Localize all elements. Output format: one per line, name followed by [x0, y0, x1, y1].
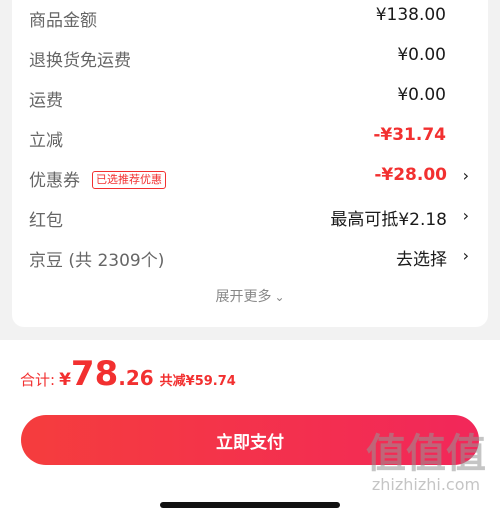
red-packet-label: 红包	[29, 211, 63, 231]
row-coupon[interactable]: 优惠券 已选推荐优惠 -¥28.00 ›	[12, 158, 488, 198]
total-label: 合计:	[20, 371, 56, 389]
watermark-domain: zhizhizhi.com	[371, 475, 481, 494]
chevron-right-icon[interactable]: ›	[463, 206, 469, 225]
order-total: 合计: ¥78.26 共减¥59.74	[20, 354, 236, 394]
row-jd-beans[interactable]: 京豆 (共 2309个) 去选择 ›	[12, 238, 488, 278]
jd-beans-label: 京豆 (共 2309个)	[29, 251, 165, 271]
row-shipping-fee: 运费 ¥0.00	[12, 78, 488, 118]
chevron-right-icon[interactable]: ›	[463, 166, 469, 185]
row-return-shipping: 退换货免运费 ¥0.00	[12, 38, 488, 78]
total-decimal: .26	[118, 366, 154, 390]
goods-amount-value: ¥138.00	[375, 5, 446, 25]
jd-beans-select[interactable]: 去选择	[396, 245, 447, 270]
coupon-label: 优惠券	[29, 171, 80, 191]
expand-more-button[interactable]: 展开更多 ⌄	[12, 286, 488, 306]
home-indicator[interactable]	[160, 502, 340, 508]
coupon-value: -¥28.00	[374, 165, 447, 185]
row-goods-amount: 商品金额 ¥138.00	[12, 0, 488, 38]
instant-discount-label: 立减	[29, 131, 63, 151]
chevron-down-icon: ⌄	[274, 290, 285, 304]
shipping-fee-value: ¥0.00	[397, 85, 446, 105]
row-red-packet[interactable]: 红包 最高可抵¥2.18 ›	[12, 198, 488, 238]
checkout-bar: 合计: ¥78.26 共减¥59.74 立即支付 值值值 zhizhizhi.com	[0, 340, 500, 517]
total-saved: 共减¥59.74	[159, 374, 236, 389]
total-integer: 78	[70, 354, 119, 394]
watermark: 值值值 zhizhizhi.com	[366, 432, 486, 494]
shipping-fee-label: 运费	[29, 91, 63, 111]
expand-more-label: 展开更多	[215, 289, 272, 305]
watermark-chars: 值值值	[366, 431, 486, 477]
row-instant-discount: 立减 -¥31.74	[12, 118, 488, 158]
red-packet-value: 最高可抵¥2.18	[330, 210, 447, 230]
order-summary-card: 商品金额 ¥138.00 退换货免运费 ¥0.00 运费 ¥0.00 立减 -¥…	[12, 0, 488, 327]
recommended-coupon-badge: 已选推荐优惠	[92, 171, 166, 189]
instant-discount-value: -¥31.74	[373, 125, 446, 145]
return-shipping-value: ¥0.00	[397, 45, 446, 65]
goods-amount-label: 商品金额	[29, 11, 97, 31]
total-currency: ¥	[59, 370, 71, 390]
return-shipping-label: 退换货免运费	[29, 51, 131, 71]
chevron-right-icon[interactable]: ›	[463, 246, 469, 265]
